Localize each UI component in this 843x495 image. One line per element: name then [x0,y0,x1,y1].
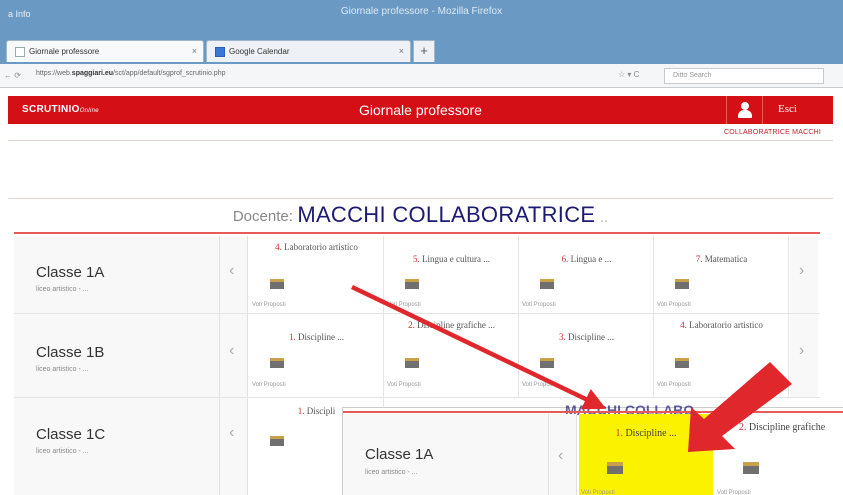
thin-arrow [351,284,607,410]
annotation-arrows [351,284,792,452]
big-arrow [688,362,792,452]
screenshot-root: a Info Giornale professore - Mozilla Fir… [0,0,843,495]
